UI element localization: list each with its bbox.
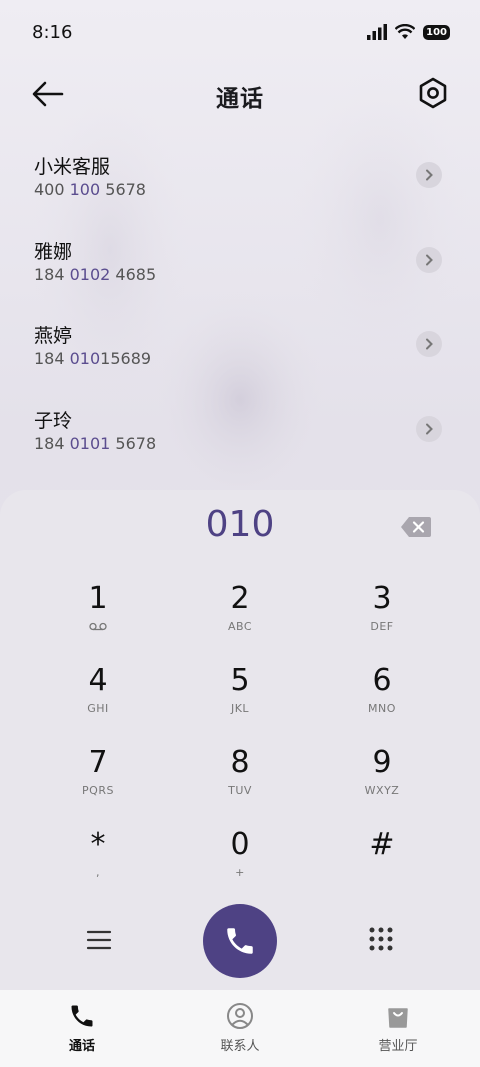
key-digit: 8: [230, 745, 250, 780]
chevron-right-icon: [426, 338, 433, 350]
status-time: 8:16: [32, 22, 73, 43]
key-digit: #: [369, 827, 395, 862]
menu-icon[interactable]: [86, 928, 112, 952]
key-digit: 3: [372, 581, 392, 616]
voicemail-icon: [89, 622, 107, 631]
key-6[interactable]: 6 MNO: [312, 664, 452, 746]
key-letters: [312, 866, 452, 880]
keypad: 1 2 ABC 3 DEF 4 GHI 5 JKL 6 MNO 7 PQRS 8…: [28, 582, 452, 910]
key-7[interactable]: 7 PQRS: [28, 746, 168, 828]
contact-detail-button[interactable]: [416, 246, 442, 273]
phone-icon: [227, 928, 253, 954]
key-letters: +: [235, 866, 245, 879]
key-digit: 5: [230, 663, 250, 698]
contact-name: 雅娜: [34, 240, 73, 263]
status-bar: 8:16 100: [0, 0, 480, 66]
contact-detail-button[interactable]: [416, 162, 442, 188]
phone-icon: [71, 1005, 93, 1027]
key-letters: ABC: [227, 620, 253, 633]
key-0[interactable]: 0 +: [170, 828, 310, 910]
key-5[interactable]: 5 JKL: [170, 664, 310, 746]
dialer-panel: 010 1 2 ABC 3 DEF 4 GHI 5 JKL 6 MNO 7 PQ…: [0, 490, 480, 990]
key-digit: 9: [372, 745, 392, 780]
nav-label: 营业厅: [378, 1039, 418, 1054]
nav-label: 联系人: [220, 1039, 260, 1054]
key-letters: ,: [96, 866, 100, 879]
key-digit: 7: [88, 745, 108, 780]
chevron-right-icon: [426, 254, 433, 265]
chevron-right-icon: [426, 423, 433, 434]
key-digit: *: [90, 827, 106, 862]
bottom-nav: 通话 联系人 营业厅: [0, 990, 480, 1067]
key-digit: 4: [88, 663, 108, 698]
key-digit: 2: [230, 581, 250, 616]
key-letters: MNO: [368, 702, 396, 715]
signal-icon: [367, 24, 388, 40]
key-8[interactable]: 8 TUV: [170, 746, 310, 828]
key-star[interactable]: * ,: [28, 828, 168, 910]
key-letters: PQRS: [82, 784, 114, 797]
dialer-actions: [0, 904, 480, 984]
page-title: 通话: [216, 86, 264, 112]
key-3[interactable]: 3 DEF: [312, 582, 452, 664]
key-digit: 6: [372, 663, 392, 698]
battery-indicator: 100: [423, 24, 450, 40]
key-digit: 0: [230, 827, 250, 862]
contact-name: 子玲: [34, 409, 73, 432]
call-button[interactable]: [203, 904, 277, 978]
person-icon: [227, 1003, 253, 1029]
key-4[interactable]: 4 GHI: [28, 664, 168, 746]
contact-number: 184 01015689: [34, 349, 152, 368]
shopping-bag-icon: [388, 1008, 408, 1028]
key-1[interactable]: 1: [28, 582, 168, 664]
key-letters: GHI: [87, 702, 109, 715]
contact-suggestions-list: 小米客服 400 100 5678 雅娜 184 0102 4685 燕婷 18…: [0, 140, 480, 478]
contact-row[interactable]: 雅娜 184 0102 4685: [0, 225, 480, 310]
key-2[interactable]: 2 ABC: [170, 582, 310, 664]
nav-item-calls[interactable]: 通话: [22, 1002, 142, 1054]
contact-number: 400 100 5678: [34, 180, 146, 199]
status-icons: 100: [367, 24, 450, 40]
contact-name: 燕婷: [34, 325, 73, 347]
nav-item-store[interactable]: 营业厅: [338, 1002, 458, 1054]
key-letters: DEF: [370, 620, 394, 633]
key-digit: 1: [88, 581, 108, 616]
contact-row[interactable]: 子玲 184 0101 5678: [0, 394, 480, 479]
backspace-icon[interactable]: [400, 516, 432, 538]
nav-label: 通话: [68, 1039, 95, 1054]
contact-detail-button[interactable]: [416, 331, 442, 357]
keypad-toggle-icon[interactable]: [368, 926, 394, 952]
chevron-right-icon: [426, 169, 433, 181]
settings-icon[interactable]: [416, 76, 450, 110]
key-9[interactable]: 9 WXYZ: [312, 746, 452, 828]
key-hash[interactable]: #: [312, 828, 452, 910]
contact-name: 小米客服: [34, 156, 111, 178]
contact-row[interactable]: 燕婷 184 01015689: [0, 309, 480, 394]
key-letters: TUV: [228, 784, 252, 797]
key-letters: JKL: [230, 702, 250, 715]
contact-detail-button[interactable]: [416, 415, 442, 442]
contact-row[interactable]: 小米客服 400 100 5678: [0, 140, 480, 225]
key-letters: WXYZ: [364, 784, 400, 797]
contact-number: 184 0102 4685: [34, 264, 157, 284]
wifi-icon: [395, 24, 416, 39]
contact-number: 184 0101 5678: [34, 433, 157, 453]
nav-item-contacts[interactable]: 联系人: [180, 1002, 300, 1054]
header: 通话: [0, 66, 480, 122]
